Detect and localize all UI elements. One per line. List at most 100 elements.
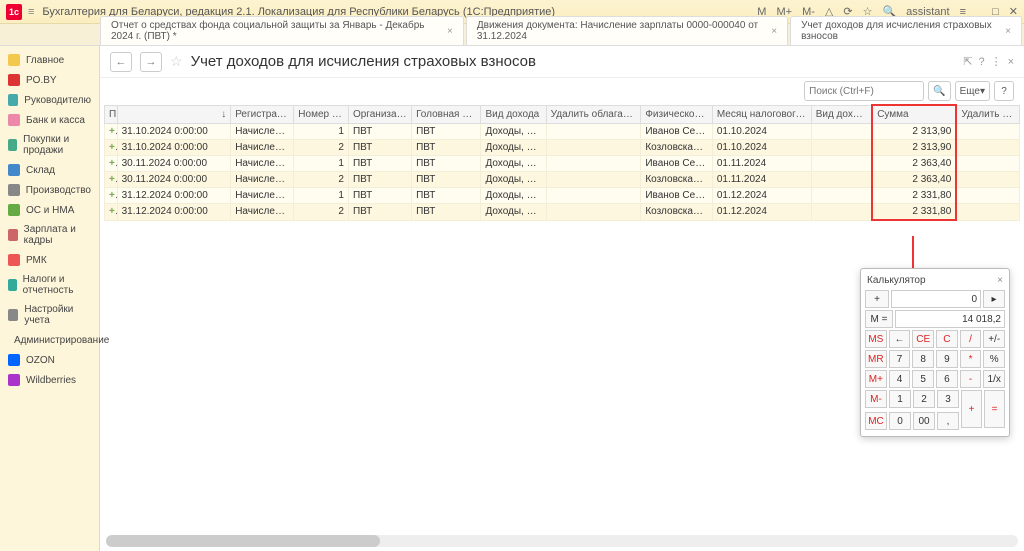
sidebar-item[interactable]: Главное	[0, 50, 99, 70]
table-cell: ПВТ	[348, 156, 411, 172]
column-header[interactable]: Регистратор	[231, 105, 294, 124]
hamburger-icon[interactable]: ≡	[28, 6, 34, 18]
external-link-icon[interactable]: ⇱	[963, 55, 972, 68]
calc-dot-button[interactable]: ,	[937, 412, 959, 430]
sidebar-item[interactable]: ОС и НМА	[0, 200, 99, 220]
table-cell: ПВТ	[348, 124, 411, 140]
nav-forward-button[interactable]: →	[140, 52, 162, 72]
sidebar-item[interactable]: Налоги и отчетность	[0, 270, 99, 300]
calc-6-button[interactable]: 6	[936, 370, 958, 388]
column-header[interactable]: Вид дохода	[481, 105, 546, 124]
search-input[interactable]	[804, 81, 924, 101]
table-cell: +	[105, 204, 118, 221]
sidebar-item-label: Банк и касса	[26, 115, 85, 126]
more-icon[interactable]: ⋮	[991, 55, 1002, 68]
calc-mul-button[interactable]: *	[960, 350, 982, 368]
calc-3-button[interactable]: 3	[937, 390, 959, 408]
calculator-panel: Калькулятор × + 0 ▸ M = 14 018,2 MS ← CE…	[860, 268, 1010, 437]
sidebar-item[interactable]: РМК	[0, 250, 99, 270]
table-row[interactable]: +30.11.2024 0:00:00Начисление за…1ПВТПВТ…	[105, 156, 1020, 172]
calc-mplus-button[interactable]: M+	[865, 370, 887, 388]
sidebar-item[interactable]: Администрирование	[0, 330, 99, 350]
sidebar-item[interactable]: Зарплата и кадры	[0, 220, 99, 250]
sidebar-item[interactable]: Руководителю	[0, 90, 99, 110]
column-header[interactable]: Период	[105, 105, 118, 124]
table-cell	[956, 204, 1019, 221]
calculator-close-icon[interactable]: ×	[997, 275, 1003, 286]
table-cell: 2 363,40	[872, 172, 956, 188]
sidebar-item[interactable]: OZON	[0, 350, 99, 370]
sidebar-item[interactable]: Банк и касса	[0, 110, 99, 130]
calc-9-button[interactable]: 9	[936, 350, 958, 368]
calc-7-button[interactable]: 7	[889, 350, 911, 368]
row-marker-icon: +	[109, 174, 117, 185]
close-page-icon[interactable]: ×	[1008, 56, 1014, 68]
table-cell: +	[105, 172, 118, 188]
column-header[interactable]: Удалить облагается ЕНВД	[546, 105, 641, 124]
calc-mc-button[interactable]: MC	[865, 412, 887, 430]
calc-ms-button[interactable]: MS	[865, 330, 887, 348]
table-cell: 01.11.2024	[712, 156, 811, 172]
search-button[interactable]: 🔍	[928, 81, 950, 101]
column-header[interactable]: Месяц налогового периода	[712, 105, 811, 124]
table-row[interactable]: +30.11.2024 0:00:00Начисление за…2ПВТПВТ…	[105, 172, 1020, 188]
calc-mminus-button[interactable]: M-	[865, 390, 887, 408]
column-header[interactable]: Физическое лицо	[641, 105, 713, 124]
close-icon[interactable]: ×	[1005, 26, 1011, 37]
table-row[interactable]: +31.10.2024 0:00:00Начисление за…2ПВТПВТ…	[105, 140, 1020, 156]
calc-mem-toggle-icon[interactable]: ▸	[983, 290, 1005, 308]
column-header[interactable]: Организация	[348, 105, 411, 124]
more-button[interactable]: Еще ▾	[955, 81, 990, 101]
help-icon[interactable]: ?	[978, 56, 984, 68]
table-row[interactable]: +31.12.2024 0:00:00Начисление за…2ПВТПВТ…	[105, 204, 1020, 221]
close-icon[interactable]: ×	[771, 26, 777, 37]
calc-ce-button[interactable]: CE	[912, 330, 934, 348]
sort-indicator-icon[interactable]: ↓	[117, 105, 231, 124]
calc-plus-button[interactable]: +	[961, 390, 982, 428]
table-cell: 1	[294, 156, 349, 172]
calc-div-button[interactable]: /	[960, 330, 982, 348]
calc-eq-button[interactable]: =	[984, 390, 1005, 428]
calc-5-button[interactable]: 5	[912, 370, 934, 388]
sidebar-item-label: Налоги и отчетность	[23, 274, 91, 296]
sidebar-item[interactable]: Покупки и продажи	[0, 130, 99, 160]
calc-4-button[interactable]: 4	[889, 370, 911, 388]
star-icon[interactable]: ☆	[170, 53, 183, 70]
calc-c-button[interactable]: C	[936, 330, 958, 348]
calc-inv-button[interactable]: 1/x	[983, 370, 1005, 388]
calc-pct-button[interactable]: %	[983, 350, 1005, 368]
calc-1-button[interactable]: 1	[889, 390, 911, 408]
horizontal-scrollbar[interactable]	[106, 535, 1018, 547]
table-row[interactable]: +31.12.2024 0:00:00Начисление за…1ПВТПВТ…	[105, 188, 1020, 204]
calc-0-button[interactable]: 0	[889, 412, 911, 430]
help-button[interactable]: ?	[994, 81, 1014, 101]
calc-2-button[interactable]: 2	[913, 390, 935, 408]
calc-8-button[interactable]: 8	[912, 350, 934, 368]
calc-plusminus-button[interactable]: +/-	[983, 330, 1005, 348]
table-cell: Доходы, целик…	[481, 172, 546, 188]
calc-minus-button[interactable]: -	[960, 370, 982, 388]
table-cell: Доходы, целик…	[481, 124, 546, 140]
column-header[interactable]: Удалить скидка	[956, 105, 1019, 124]
column-header[interactable]: Номер строки	[294, 105, 349, 124]
table-cell: Иванов Сергей …	[641, 188, 713, 204]
sidebar-item[interactable]: Склад	[0, 160, 99, 180]
tab-movements[interactable]: Движения документа: Начисление зарплаты …	[466, 16, 788, 45]
tab-report[interactable]: Отчет о средствах фонда социальной защит…	[100, 16, 464, 45]
calc-back-button[interactable]: ←	[889, 330, 911, 348]
table-row[interactable]: +31.10.2024 0:00:00Начисление за…1ПВТПВТ…	[105, 124, 1020, 140]
sidebar-item[interactable]: PO.BY	[0, 70, 99, 90]
close-icon[interactable]: ×	[447, 26, 453, 37]
sidebar-item[interactable]: Wildberries	[0, 370, 99, 390]
calc-mr-button[interactable]: MR	[865, 350, 887, 368]
column-header[interactable]: Вид дохода уд…	[811, 105, 872, 124]
column-header[interactable]: Сумма	[872, 105, 956, 124]
column-header[interactable]: Головная орган…	[412, 105, 481, 124]
table-cell	[546, 204, 641, 221]
nav-back-button[interactable]: ←	[110, 52, 132, 72]
sidebar-item[interactable]: Настройки учета	[0, 300, 99, 330]
tab-income[interactable]: Учет доходов для исчисления страховых вз…	[790, 16, 1022, 45]
sidebar-item[interactable]: Производство	[0, 180, 99, 200]
calc-mem-label: M =	[865, 310, 893, 328]
calc-00-button[interactable]: 00	[913, 412, 935, 430]
